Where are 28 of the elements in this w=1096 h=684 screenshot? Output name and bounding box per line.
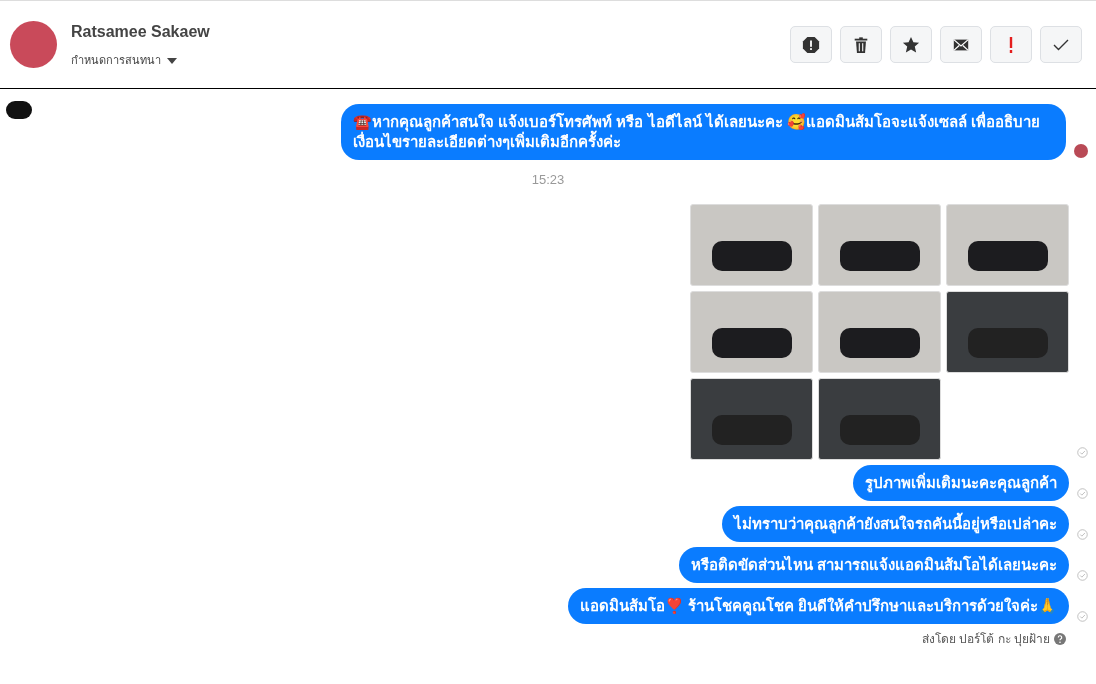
message-bubble: แอดมินส้มโอ❣ ร้านโชคคูณโชค ยินดีให้คำปรึกษาและบริการด้วยใจค่ะ🙏 (567, 587, 1069, 624)
exclamation-icon (1009, 36, 1013, 53)
contact-name: Ratsamee Sakaew (71, 22, 210, 43)
car-photo-placeholder[interactable] (818, 377, 941, 460)
avatar (10, 21, 57, 68)
sent-by-label: ส่งโดย ปอร์โต้ กะ ปุยฝ้าย (922, 630, 1050, 648)
trash-icon (852, 35, 870, 54)
unread-button[interactable] (940, 26, 982, 63)
star-icon (902, 35, 920, 54)
caret-down-icon (167, 57, 177, 64)
delete-button[interactable] (840, 26, 882, 63)
car-photo-placeholder[interactable] (818, 203, 941, 286)
help-icon[interactable] (1054, 632, 1066, 645)
message-bubble: ไม่ทราบว่าคุณลูกค้ายังสนใจรถคันนี้อยู่หรือเปล่าคะ (722, 505, 1069, 542)
message-bubble: หรือติดขัดส่วนไหน สามารถแจ้งแอดมินส้มโอได้เลยนะคะ (678, 546, 1069, 583)
spam-button[interactable] (790, 26, 832, 63)
car-photo-placeholder[interactable] (690, 290, 813, 373)
car-photo-placeholder[interactable] (818, 290, 941, 373)
message-bubble: ☎หากคุณลูกค้าสนใจ แจ้งเบอร์โทรศัพท์ หรือ ไอดีไลน์ ได้เลยนะคะ 🥰แอดมินส้มโอจะแจ้งเซลล์ เพื่ออธิบายเงื่อนไขรายละเอียดต่างๆเพิ่มเติมอีกครั้งค่ะ (341, 104, 1066, 160)
assign-dropdown[interactable]: กำหนดการสนทนา (71, 52, 210, 69)
car-photo-placeholder[interactable] (690, 377, 813, 460)
star-button[interactable] (890, 26, 932, 63)
message-bubble: รูปภาพเพิ่มเติมนะคะคุณลูกค้า (853, 464, 1069, 501)
timestamp: 15:23 (531, 171, 565, 189)
car-photo-placeholder[interactable] (690, 203, 813, 286)
check-icon (1053, 38, 1069, 51)
car-photo-placeholder[interactable] (946, 290, 1069, 373)
car-photo-placeholder[interactable] (946, 203, 1069, 286)
